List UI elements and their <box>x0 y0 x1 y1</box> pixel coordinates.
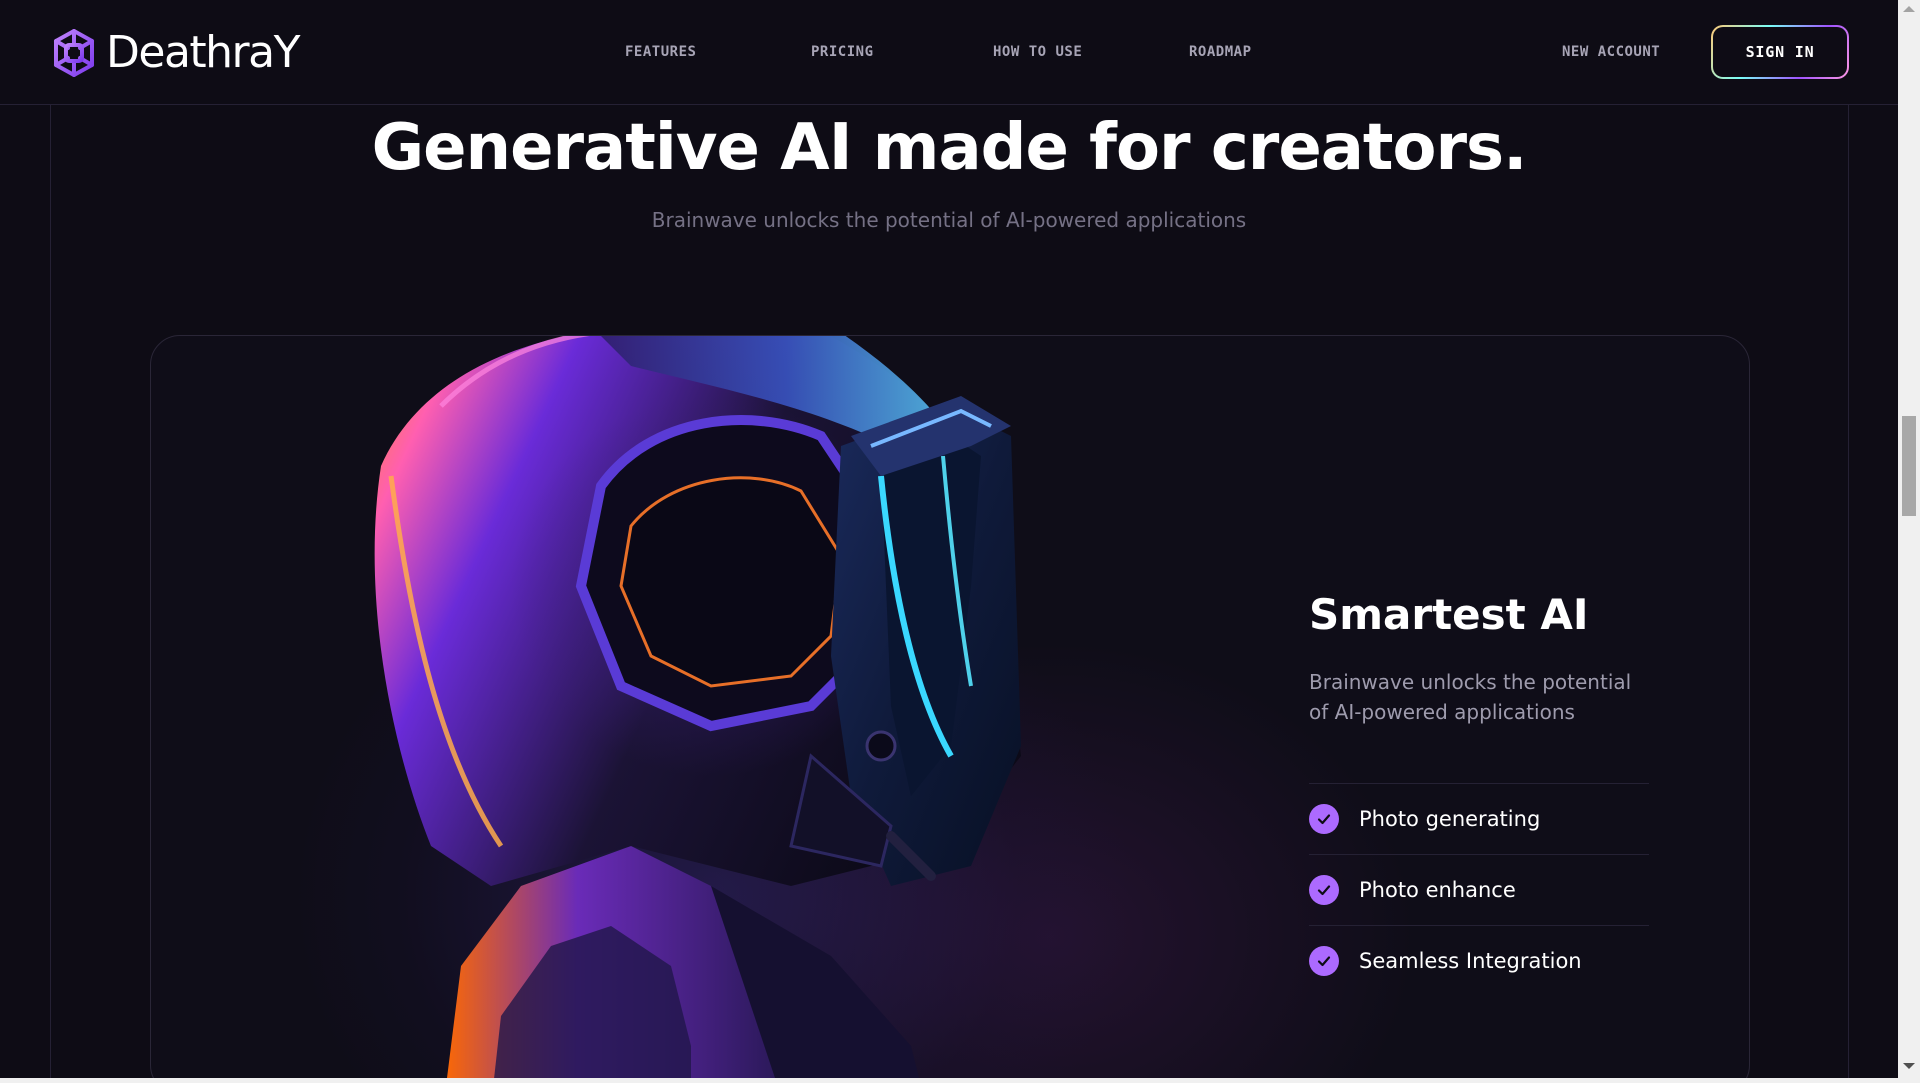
nav-link-roadmap[interactable]: ROADMAP <box>1189 44 1269 60</box>
scrollbar-thumb[interactable] <box>1902 416 1916 516</box>
check-icon <box>1309 875 1339 905</box>
brand-name: DeathraY <box>106 27 300 78</box>
feature-card: Smartest AI Brainwave unlocks the potent… <box>150 335 1750 1078</box>
feature-description: Brainwave unlocks the potential of AI-po… <box>1309 670 1632 724</box>
list-item: Photo enhance <box>1309 855 1649 926</box>
feature-list: Photo generating Photo enhance Seamless … <box>1309 783 1649 996</box>
hero-title: Generative AI made for creators. <box>371 111 1528 185</box>
frame-line-right <box>1848 104 1849 1078</box>
main-nav: FEATURES PRICING HOW TO USE ROADMAP <box>625 44 1269 60</box>
feature-item-label: Seamless Integration <box>1359 949 1582 973</box>
brand-logo-link[interactable]: DeathraY <box>48 26 300 80</box>
horizontal-scrollbar[interactable] <box>0 1078 1898 1083</box>
new-account-link[interactable]: NEW ACCOUNT <box>1562 44 1660 60</box>
list-item: Photo generating <box>1309 784 1649 855</box>
vertical-scrollbar[interactable] <box>1898 0 1920 1083</box>
check-icon <box>1309 946 1339 976</box>
feature-panel: Smartest AI Brainwave unlocks the potent… <box>1309 589 1649 996</box>
check-icon <box>1309 804 1339 834</box>
scroll-up-arrow-icon[interactable] <box>1903 6 1915 12</box>
robot-helmet-illustration <box>374 336 1021 1078</box>
frame-line-left <box>50 104 51 1078</box>
nav-link-pricing[interactable]: PRICING <box>811 44 993 60</box>
brain-logo-icon <box>54 29 94 77</box>
feature-title: Smartest AI <box>1309 590 1589 639</box>
nav-link-features[interactable]: FEATURES <box>625 44 811 60</box>
scroll-down-arrow-icon[interactable] <box>1903 1063 1915 1069</box>
feature-item-label: Photo generating <box>1359 807 1541 831</box>
feature-item-label: Photo enhance <box>1359 878 1516 902</box>
sign-in-button[interactable]: SIGN IN <box>1711 25 1849 79</box>
nav-link-how-to-use[interactable]: HOW TO USE <box>993 44 1189 60</box>
hero-subtitle: Brainwave unlocks the potential of AI-po… <box>651 208 1247 232</box>
site-header: DeathraY FEATURES PRICING HOW TO USE ROA… <box>0 0 1898 105</box>
robot-helmet-image <box>191 336 1171 1078</box>
page-viewport: DeathraY FEATURES PRICING HOW TO USE ROA… <box>0 0 1898 1078</box>
list-item: Seamless Integration <box>1309 926 1649 996</box>
